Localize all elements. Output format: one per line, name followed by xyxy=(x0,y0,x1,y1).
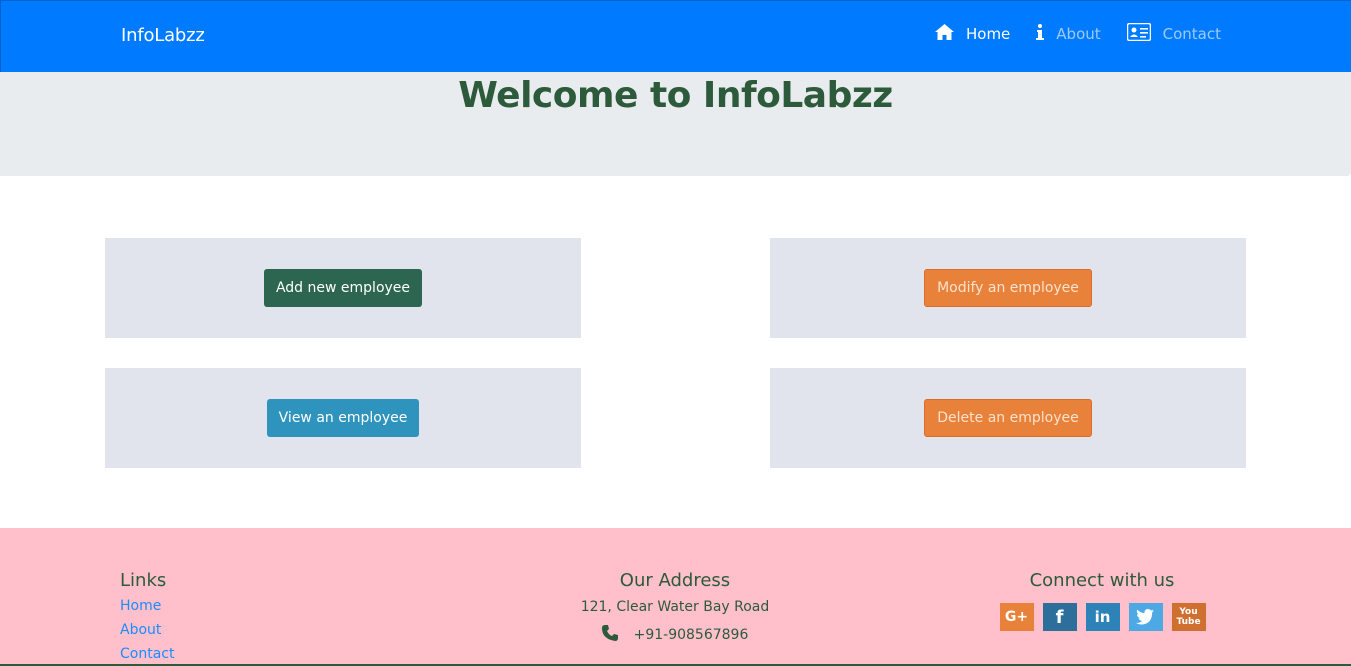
footer-address: 121, Clear Water Bay Road xyxy=(580,599,770,615)
twitter-icon[interactable] xyxy=(1128,603,1163,631)
footer-social-column: Connect with us G+ f in You Tube xyxy=(952,570,1252,631)
delete-employee-button[interactable]: Delete an employee xyxy=(924,399,1092,437)
footer-link-about[interactable]: About xyxy=(120,621,174,639)
view-employee-button[interactable]: View an employee xyxy=(266,399,420,437)
youtube-icon[interactable]: You Tube xyxy=(1171,603,1206,631)
page-title: Welcome to InfoLabzz xyxy=(458,75,893,116)
nav-item-home[interactable]: Home xyxy=(934,24,1011,44)
contact-card-icon xyxy=(1126,22,1151,45)
nav-item-contact-label: Contact xyxy=(1162,25,1221,43)
footer-phone: +91-908567896 xyxy=(475,625,875,645)
modify-employee-panel: Modify an employee xyxy=(770,238,1246,338)
linkedin-icon[interactable]: in xyxy=(1085,603,1120,631)
footer-phone-number: +91-908567896 xyxy=(633,627,749,643)
footer-links-heading: Links xyxy=(120,570,167,591)
footer-links-column: Links Home About Contact xyxy=(120,570,174,663)
footer-address-heading: Our Address xyxy=(619,570,731,591)
home-icon xyxy=(934,24,954,44)
modify-employee-button[interactable]: Modify an employee xyxy=(924,269,1092,307)
facebook-icon[interactable]: f xyxy=(1042,603,1077,631)
navbar: InfoLabzz Home About Contact xyxy=(0,0,1351,72)
nav-item-contact[interactable]: Contact xyxy=(1126,22,1221,45)
phone-icon xyxy=(601,625,618,645)
brand-link[interactable]: InfoLabzz xyxy=(121,25,205,46)
nav-item-about-label: About xyxy=(1056,25,1101,43)
add-employee-button[interactable]: Add new employee xyxy=(263,269,423,307)
google-plus-icon[interactable]: G+ xyxy=(999,603,1034,631)
footer-address-column: Our Address 121, Clear Water Bay Road +9… xyxy=(475,570,875,645)
delete-employee-panel: Delete an employee xyxy=(770,368,1246,468)
social-links: G+ f in You Tube xyxy=(952,603,1252,631)
footer-link-home[interactable]: Home xyxy=(120,597,174,615)
footer-social-heading: Connect with us xyxy=(1029,570,1175,591)
footer: Links Home About Contact Our Address 121… xyxy=(0,528,1351,666)
youtube-icon-text: You Tube xyxy=(1176,607,1201,627)
add-employee-panel: Add new employee xyxy=(105,238,581,338)
nav-menu: Home About Contact xyxy=(909,22,1221,45)
footer-link-contact[interactable]: Contact xyxy=(120,645,174,663)
nav-item-home-label: Home xyxy=(965,25,1011,43)
jumbotron: Welcome to InfoLabzz xyxy=(0,72,1351,176)
nav-item-about[interactable]: About xyxy=(1036,24,1101,44)
info-icon xyxy=(1036,24,1045,44)
view-employee-panel: View an employee xyxy=(105,368,581,468)
